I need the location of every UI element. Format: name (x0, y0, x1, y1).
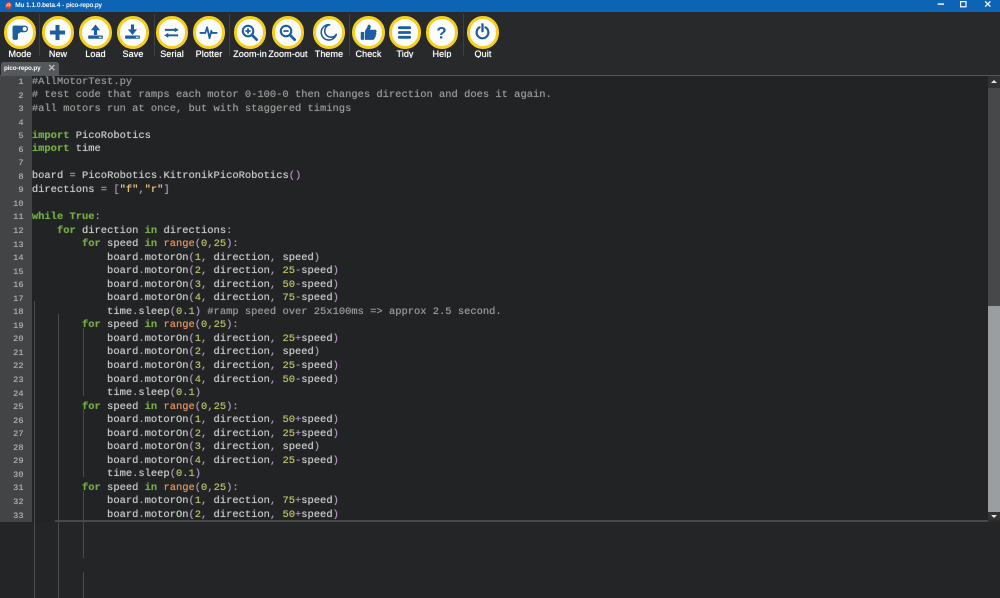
svg-text:?: ? (437, 23, 447, 42)
